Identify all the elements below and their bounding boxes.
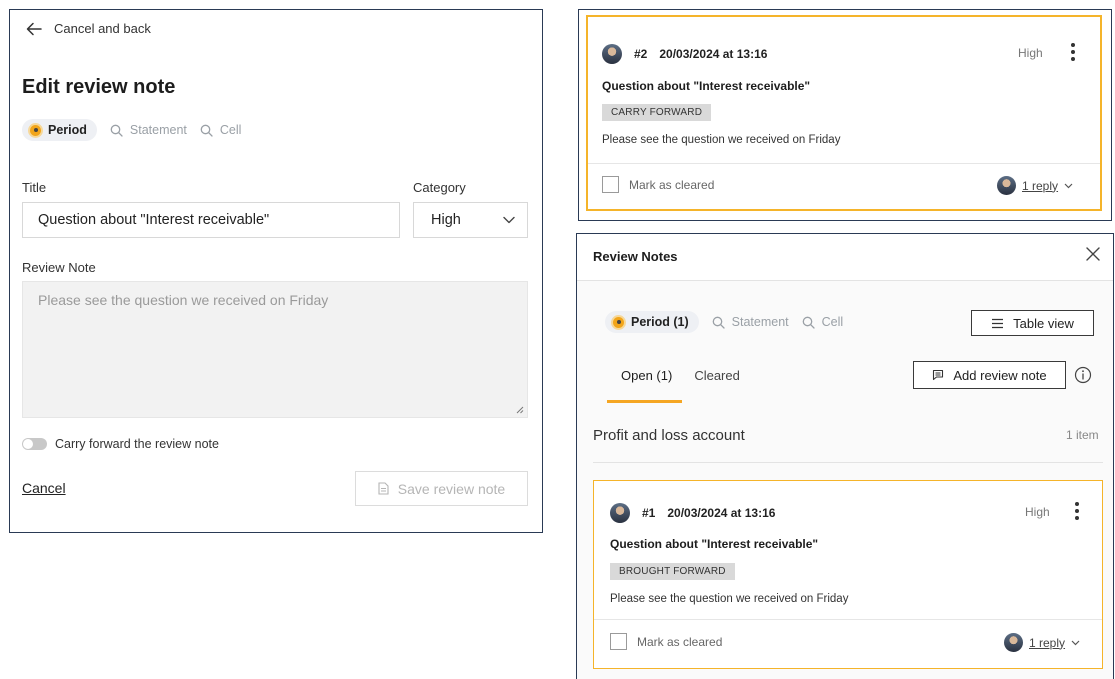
category-label: Category [413,180,466,195]
save-review-note-button[interactable]: Save review note [355,471,528,506]
add-review-note-label: Add review note [953,367,1047,383]
note-body: Please see the question we received on F… [602,134,841,146]
note-status-tabs: Open (1) Cleared [606,368,762,403]
note-date: 20/03/2024 at 13:16 [667,506,776,520]
kebab-icon[interactable] [1071,43,1075,61]
cancel-button[interactable]: Cancel [22,480,66,496]
arrow-left-icon [26,22,42,35]
divider [588,163,1100,164]
info-icon[interactable] [1074,366,1092,384]
note-number: #1 [642,506,656,520]
scope-selector: Period (1) Statement Cell [605,311,843,333]
scope-statement-option[interactable]: Statement [712,315,789,329]
resize-handle-icon[interactable] [515,405,524,414]
mark-as-cleared[interactable]: Mark as cleared [610,633,722,650]
table-view-button[interactable]: Table view [971,310,1094,336]
scope-selector: Period Statement Cell [22,119,241,141]
title-input[interactable]: Question about "Interest receivable" [22,202,400,238]
mark-cleared-label: Mark as cleared [637,634,723,649]
carry-forward-toggle[interactable] [22,438,47,450]
reply-link[interactable]: 1 reply [1022,179,1058,193]
scope-cell-option[interactable]: Cell [802,315,844,329]
back-label: Cancel and back [54,21,151,36]
mark-as-cleared[interactable]: Mark as cleared [602,176,714,193]
note-tag: BROUGHT FORWARD [610,563,735,580]
scope-period-option[interactable]: Period [22,119,97,141]
mark-cleared-checkbox[interactable] [602,176,619,193]
note-question: Question about "Interest receivable" [610,537,819,551]
tab-cleared[interactable]: Cleared [694,368,740,403]
kebab-icon[interactable] [1075,502,1079,520]
note-date: 20/03/2024 at 13:16 [659,47,768,61]
mark-cleared-label: Mark as cleared [629,177,715,192]
review-note-placeholder: Please see the question we received on F… [38,292,329,308]
title-label: Title [22,180,47,195]
scope-cell-label: Cell [821,315,844,329]
review-note-card[interactable]: #2 20/03/2024 at 13:16 High Question abo… [586,15,1102,211]
note-card-frame: #2 20/03/2024 at 13:16 High Question abo… [578,9,1112,221]
section-title: Profit and loss account [593,427,745,444]
divider [593,462,1103,463]
avatar [610,503,630,523]
avatar [1004,633,1023,652]
chevron-down-icon [503,216,515,224]
close-icon[interactable] [1085,246,1101,262]
carry-forward-row: Carry forward the review note [22,437,219,451]
tab-open[interactable]: Open (1) [606,368,683,403]
chevron-down-icon [1071,640,1080,645]
review-note-textarea[interactable]: Please see the question we received on F… [22,281,528,418]
reply-toggle[interactable]: 1 reply [997,176,1073,195]
add-review-note-button[interactable]: Add review note [913,361,1066,389]
mark-cleared-checkbox[interactable] [610,633,627,650]
comment-icon [933,369,944,381]
search-icon [200,124,213,137]
note-header: #1 20/03/2024 at 13:16 [610,503,775,523]
scope-period-option[interactable]: Period (1) [605,311,699,333]
note-body: Please see the question we received on F… [610,593,849,605]
search-icon [712,316,725,329]
radio-selected-icon [613,316,624,328]
note-priority: High [1018,46,1043,60]
edit-review-note-panel: Cancel and back Edit review note Period … [9,9,543,533]
note-question: Question about "Interest receivable" [602,79,811,93]
table-view-label: Table view [1013,315,1074,331]
note-header: #2 20/03/2024 at 13:16 [602,44,767,64]
review-note-card[interactable]: #1 20/03/2024 at 13:16 High Question abo… [593,480,1103,669]
scope-cell-option[interactable]: Cell [200,123,242,137]
page-title: Edit review note [22,76,176,98]
reply-toggle[interactable]: 1 reply [1004,633,1080,652]
avatar [602,44,622,64]
scope-cell-label: Cell [219,123,242,137]
search-icon [802,316,815,329]
review-notes-header: Review Notes [577,234,1113,281]
review-notes-panel: Review Notes Period (1) Statement Cell T… [576,233,1114,679]
scope-statement-label: Statement [129,123,187,137]
note-tag: CARRY FORWARD [602,104,712,121]
search-icon [110,124,123,137]
avatar [997,176,1016,195]
chevron-down-icon [1064,183,1073,188]
reply-link[interactable]: 1 reply [1029,636,1065,650]
category-value: High [431,212,461,228]
save-review-note-label: Save review note [397,480,506,497]
review-notes-title: Review Notes [593,249,678,264]
scope-statement-option[interactable]: Statement [110,123,187,137]
divider [594,619,1102,620]
scope-statement-label: Statement [731,315,789,329]
list-icon [992,318,1004,328]
category-select[interactable]: High [413,202,528,238]
note-priority: High [1025,505,1050,519]
document-icon [378,482,389,495]
carry-forward-label: Carry forward the review note [55,437,219,451]
scope-period-label: Period (1) [631,315,689,329]
title-input-value: Question about "Interest receivable" [38,212,270,228]
section-item-count: 1 item [1066,428,1099,442]
review-note-label: Review Note [22,260,96,275]
cancel-and-back-link[interactable]: Cancel and back [26,21,151,36]
note-number: #2 [634,47,648,61]
radio-selected-icon [30,124,41,136]
scope-period-label: Period [48,123,87,137]
